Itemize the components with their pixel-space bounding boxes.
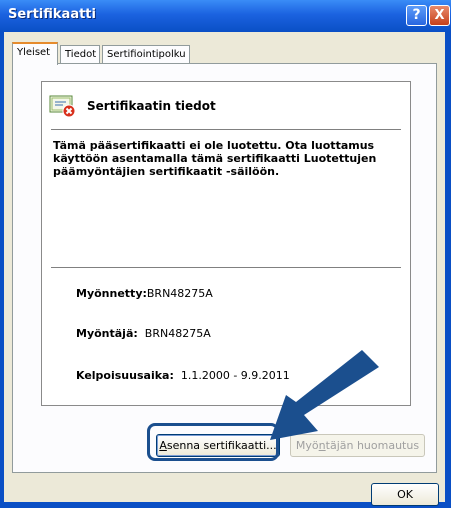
certificate-dialog: Sertifikaatti ? X Yleiset Tiedot Sertifi… (0, 0, 451, 508)
annotation-arrow (270, 350, 379, 440)
tab-general[interactable]: Yleiset (12, 42, 58, 65)
